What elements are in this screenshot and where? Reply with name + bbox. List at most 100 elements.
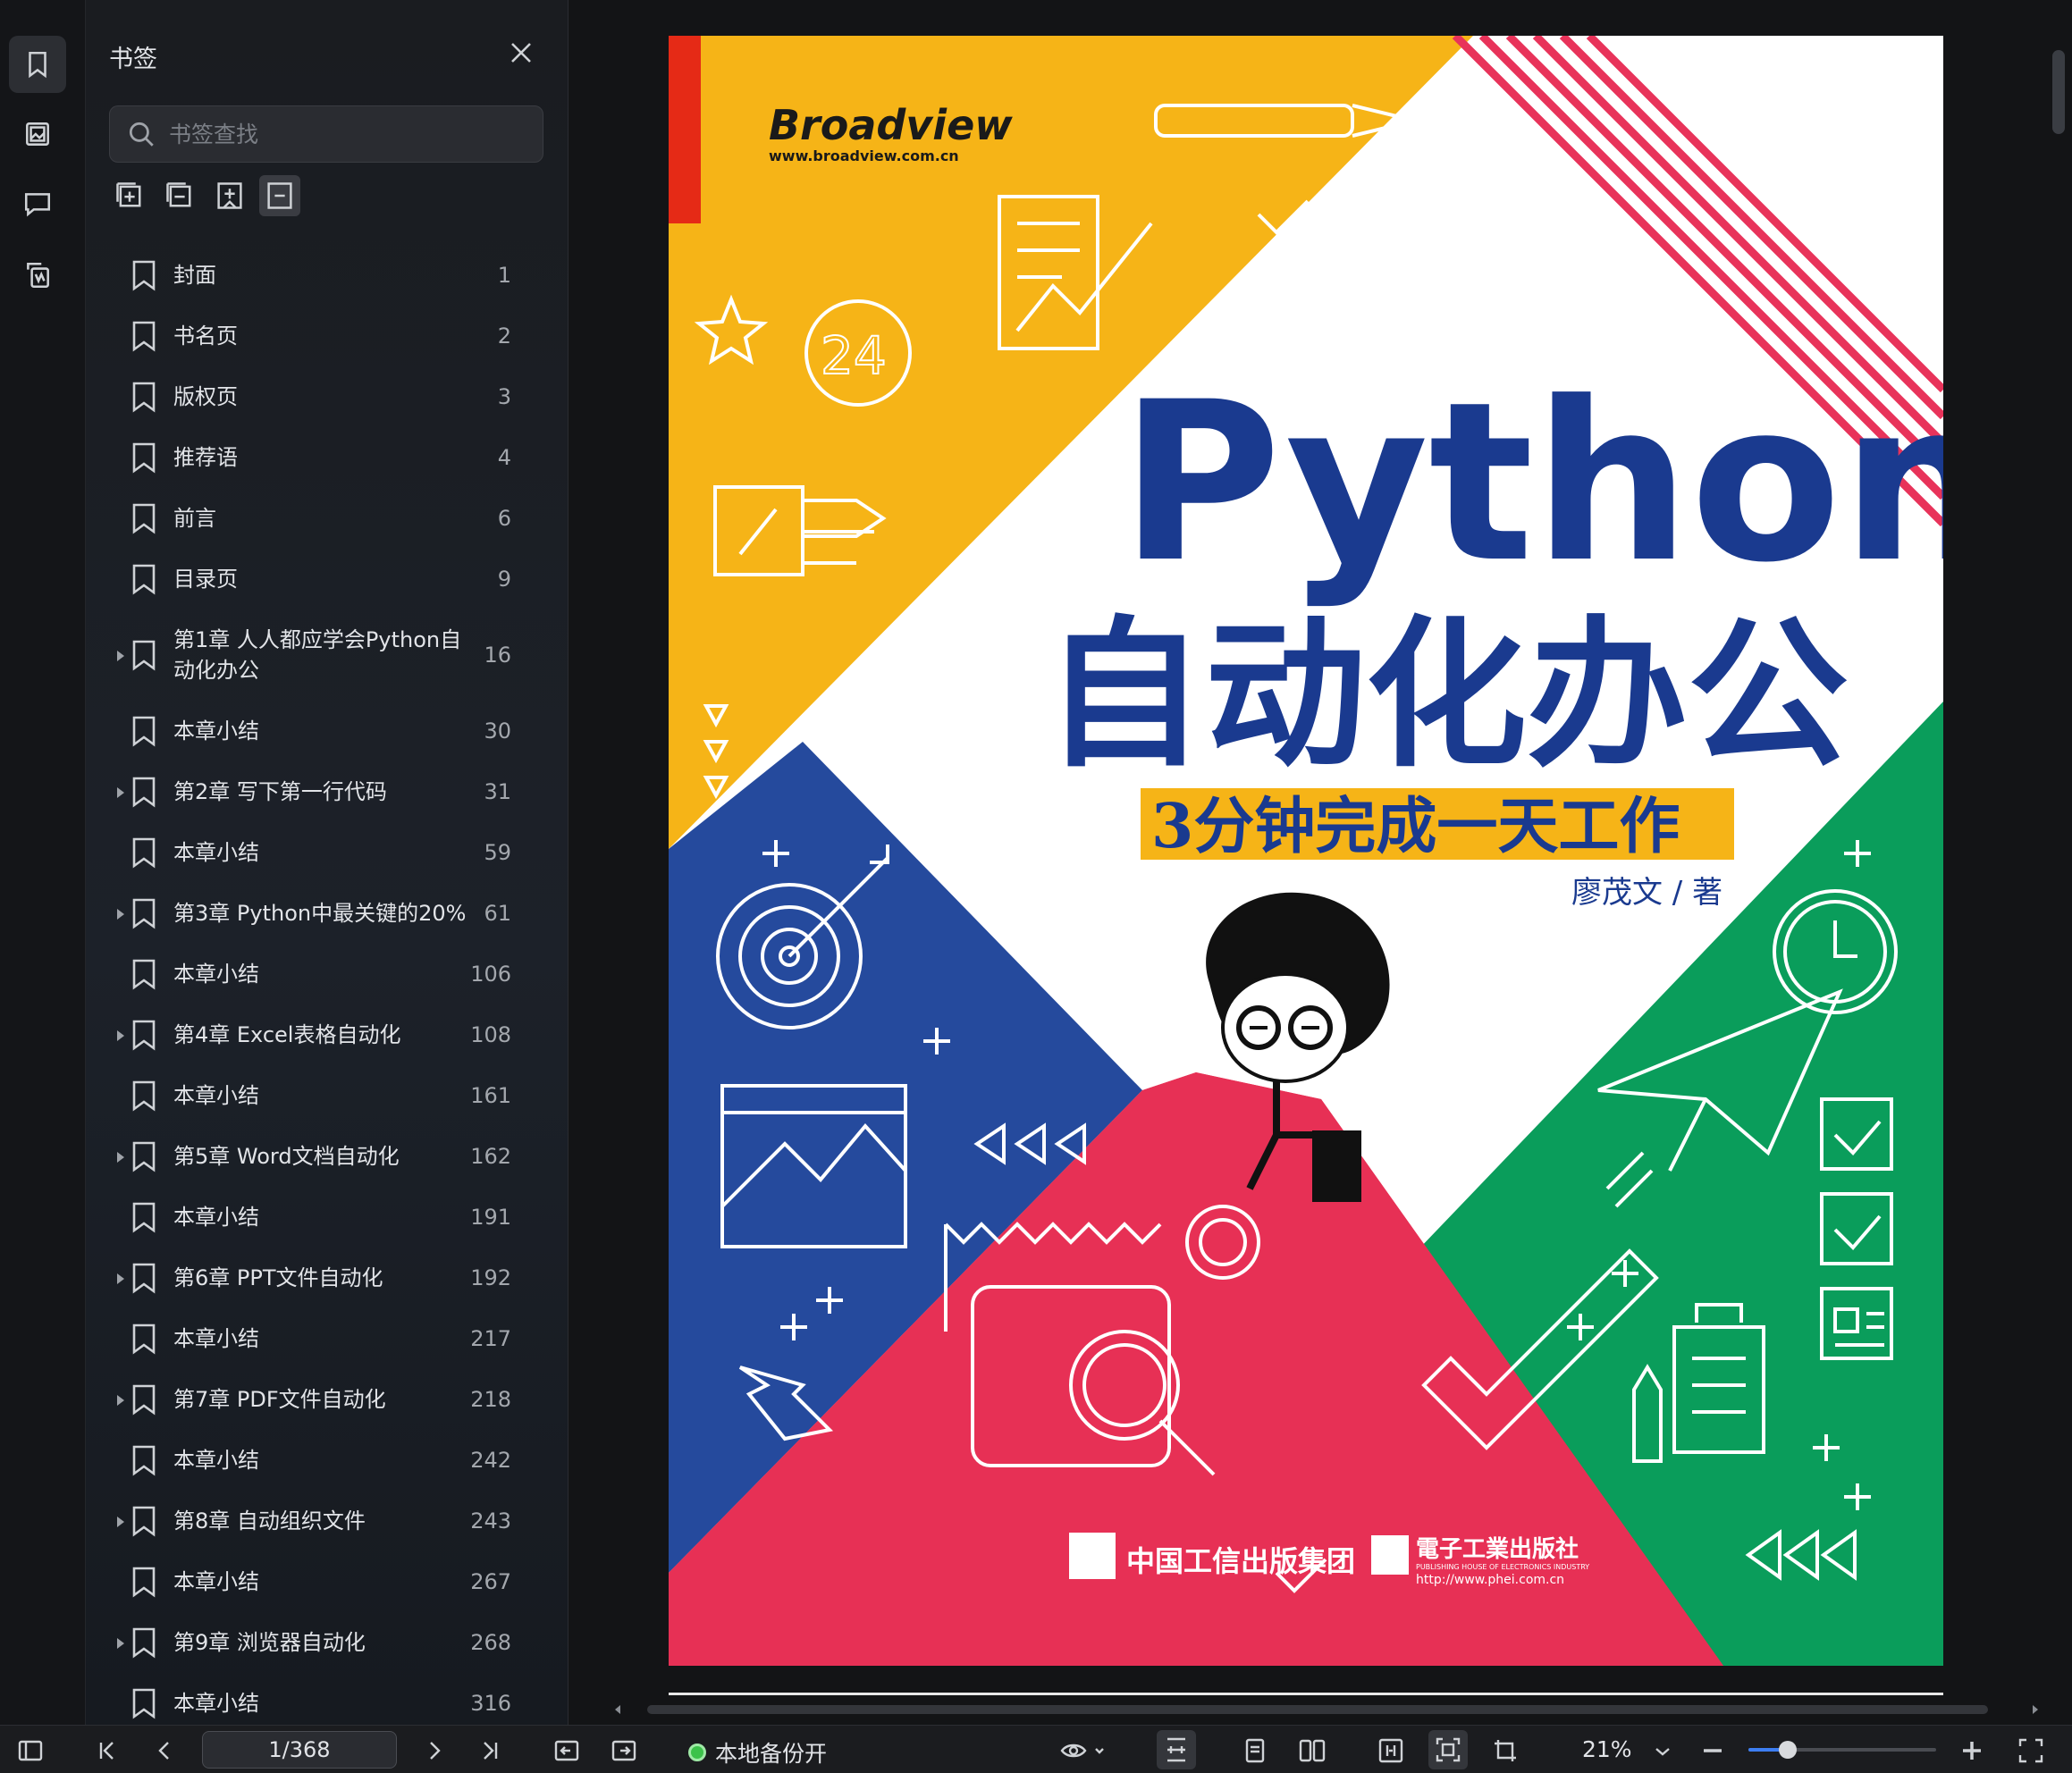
chevron-down-icon [1655, 1748, 1670, 1756]
expand-arrow-icon[interactable] [114, 907, 127, 920]
bookmark-label: 本章小结 [173, 962, 259, 987]
bookmark-page-number: 31 [484, 779, 511, 804]
expand-all-button[interactable] [109, 175, 150, 216]
bookmark-item[interactable]: 前言 6 [86, 488, 551, 549]
bookmark-item[interactable]: 第3章 Python中最关键的20% 61 [86, 883, 551, 944]
zoom-out-button[interactable] [1698, 1736, 1727, 1765]
comment-icon [24, 193, 51, 217]
expand-arrow-icon[interactable] [114, 1272, 127, 1284]
bookmark-page-number: 2 [497, 324, 511, 349]
bookmark-search [109, 105, 543, 163]
bookmark-item[interactable]: 第4章 Excel表格自动化 108 [86, 1004, 551, 1065]
view-mode-dropdown[interactable] [1060, 1736, 1110, 1765]
expand-arrow-icon[interactable] [114, 786, 127, 798]
bookmark-item[interactable]: 第1章 人人都应学会Python自动化办公 16 [86, 609, 551, 701]
bookmark-page-number: 161 [470, 1083, 511, 1108]
expand-arrow-icon[interactable] [114, 1515, 127, 1527]
bookmark-item[interactable]: 本章小结 191 [86, 1187, 551, 1248]
collapse-all-button[interactable] [159, 175, 200, 216]
bookmark-item[interactable]: 目录页 9 [86, 549, 551, 609]
bookmark-page-number: 316 [470, 1691, 511, 1716]
prev-page-button[interactable] [150, 1736, 179, 1765]
expand-arrow-icon[interactable] [114, 1636, 127, 1649]
panel-title: 书签 [109, 46, 157, 73]
search-icon [129, 122, 154, 147]
first-page-button[interactable] [93, 1736, 122, 1765]
bookmark-icon [129, 1565, 159, 1599]
expand-arrow-icon[interactable] [114, 1150, 127, 1163]
expand-arrow-icon[interactable] [114, 649, 127, 661]
bookmark-item[interactable]: 本章小结 267 [86, 1551, 551, 1612]
bookmark-item[interactable]: 第6章 PPT文件自动化 192 [86, 1248, 551, 1308]
close-panel-button[interactable] [508, 39, 535, 66]
bookmark-item[interactable]: 本章小结 217 [86, 1308, 551, 1369]
crop-icon [1495, 1740, 1516, 1761]
horizontal-scroll-track[interactable] [647, 1705, 1988, 1714]
fit-width-button[interactable] [1157, 1730, 1196, 1769]
local-backup-status[interactable]: 本地备份开 [688, 1736, 827, 1769]
bookmark-page-number: 9 [497, 567, 511, 592]
bookmark-item[interactable]: 第2章 写下第一行代码 31 [86, 761, 551, 822]
add-bookmark-button[interactable] [209, 175, 250, 216]
bookmark-item[interactable]: 本章小结 59 [86, 822, 551, 883]
zoom-slider-knob[interactable] [1779, 1741, 1798, 1759]
bookmark-item[interactable]: 本章小结 30 [86, 701, 551, 761]
bookmark-toolbar [109, 175, 300, 216]
zoom-in-button[interactable] [1958, 1736, 1986, 1765]
bookmark-item[interactable]: 第5章 Word文档自动化 162 [86, 1126, 551, 1187]
back-button[interactable] [552, 1736, 581, 1765]
bookmark-item[interactable]: 本章小结 161 [86, 1065, 551, 1126]
bookmark-item[interactable]: 推荐语 4 [86, 427, 551, 488]
zoom-dropdown-button[interactable] [1652, 1736, 1673, 1765]
scroll-right-icon[interactable] [2029, 1703, 2042, 1716]
document-vertical-scrollbar[interactable] [2052, 50, 2065, 134]
zoom-level[interactable]: 21% [1582, 1736, 1632, 1762]
bookmark-label: 版权页 [173, 384, 238, 409]
expand-arrow-icon[interactable] [114, 1393, 127, 1406]
actual-size-button[interactable] [1428, 1730, 1468, 1769]
bookmark-item[interactable]: 书名页 2 [86, 306, 551, 366]
bookmark-item[interactable]: 本章小结 242 [86, 1430, 551, 1491]
document-horizontal-scrollbar[interactable] [611, 1703, 2042, 1716]
bookmark-page-number: 243 [470, 1508, 511, 1534]
bookmark-item[interactable]: 封面 1 [86, 245, 551, 306]
first-page-icon [99, 1742, 114, 1760]
bookmark-icon [29, 51, 46, 79]
bookmark-item[interactable]: 第9章 浏览器自动化 268 [86, 1612, 551, 1673]
forward-button[interactable] [610, 1736, 638, 1765]
bookmark-item[interactable]: 本章小结 316 [86, 1673, 551, 1725]
double-page-button[interactable] [1298, 1736, 1327, 1765]
zoom-slider[interactable] [1748, 1741, 1936, 1759]
bookmark-item[interactable]: 版权页 3 [86, 366, 551, 427]
press-logo-mark [1371, 1535, 1409, 1575]
pdf-page-cover[interactable]: Broadview www.broadview.com.cn 24 Python… [669, 36, 1943, 1666]
left-rail [0, 0, 86, 1725]
bookmark-search-input[interactable] [169, 121, 526, 147]
fullscreen-button[interactable] [2017, 1736, 2045, 1765]
sidebar-icon [18, 1740, 43, 1761]
outline-tab-button[interactable] [9, 247, 66, 304]
fit-page-button[interactable] [1377, 1736, 1405, 1765]
bookmark-item[interactable]: 第8章 自动组织文件 243 [86, 1491, 551, 1551]
delete-bookmark-button[interactable] [259, 175, 300, 216]
bookmark-label: 本章小结 [173, 1205, 259, 1230]
scroll-left-icon[interactable] [611, 1703, 624, 1716]
bookmark-icon [129, 441, 159, 475]
bookmark-item[interactable]: 本章小结 106 [86, 944, 551, 1004]
thumbnail-tab-button[interactable] [9, 105, 66, 163]
cover-title-cn: 自动化办公 [1044, 602, 1849, 789]
last-page-button[interactable] [476, 1736, 504, 1765]
bookmark-label: 封面 [173, 263, 216, 288]
bookmark-label: 书名页 [173, 324, 238, 349]
bookmark-item[interactable]: 第7章 PDF文件自动化 218 [86, 1369, 551, 1430]
expand-arrow-icon[interactable] [114, 1029, 127, 1041]
page-number-input[interactable]: 1/368 [202, 1731, 397, 1769]
bookmark-tab-button[interactable] [9, 36, 66, 93]
single-page-button[interactable] [1241, 1736, 1269, 1765]
comment-tab-button[interactable] [9, 175, 66, 232]
next-page-button[interactable] [420, 1736, 449, 1765]
toggle-sidebar-button[interactable] [16, 1736, 45, 1765]
backup-label: 本地备份开 [715, 1741, 828, 1767]
rotate-button[interactable] [1491, 1736, 1520, 1765]
bookmark-icon [129, 836, 159, 870]
